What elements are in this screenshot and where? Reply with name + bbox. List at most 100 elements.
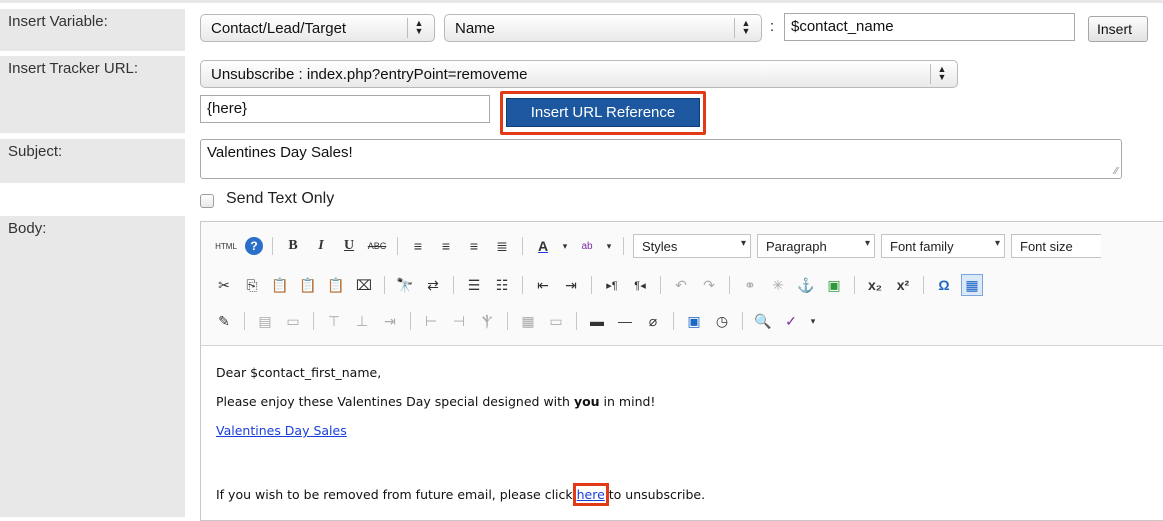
toolbar-separator	[591, 276, 592, 294]
edit-css-icon[interactable]: ✎	[213, 310, 235, 332]
cut-icon[interactable]: ✂	[213, 274, 235, 296]
send-text-only-checkbox[interactable]	[200, 194, 214, 208]
chevron-down-icon[interactable]: ▾	[808, 310, 818, 332]
row-props-icon[interactable]: ▤	[254, 310, 276, 332]
tracker-url-text-field[interactable]: {here}	[200, 95, 490, 123]
toolbar-separator	[244, 312, 245, 330]
paste-text-icon[interactable]: 📋	[297, 274, 319, 296]
editor-toolbar: HTML ? B I U ABC ≡ ≡ ≡ ≣ A ▾ ab ▾ Styles…	[201, 222, 1163, 346]
strikethrough-icon[interactable]: ABC	[366, 235, 388, 257]
toolbar-separator	[673, 312, 674, 330]
redo-icon[interactable]: ↷	[698, 274, 720, 296]
html-source-icon[interactable]: HTML	[213, 235, 239, 257]
toolbar-separator	[923, 276, 924, 294]
horizontal-rule-icon[interactable]: —	[614, 310, 636, 332]
body-line-1-bold: you	[573, 394, 600, 409]
undo-icon[interactable]: ↶	[670, 274, 692, 296]
indent-icon[interactable]: ⇥	[560, 274, 582, 296]
insert-col-after-icon[interactable]: ⊣	[448, 310, 470, 332]
delete-col-icon[interactable]: Ⲯ	[476, 310, 498, 332]
text-color-icon[interactable]: A	[532, 235, 554, 257]
select-arrows-icon: ▲ ▼	[741, 18, 751, 36]
superscript-icon[interactable]: x²	[892, 274, 914, 296]
chevron-down-icon[interactable]: ▾	[604, 235, 614, 257]
split-cells-icon[interactable]: ▦	[517, 310, 539, 332]
paste-icon[interactable]: 📋	[269, 274, 291, 296]
delete-row-icon[interactable]: ⇥	[379, 310, 401, 332]
find-icon[interactable]: 🔭	[394, 274, 416, 296]
bold-icon[interactable]: B	[282, 235, 304, 257]
font-family-select-label: Font family	[890, 238, 954, 254]
insert-row-after-icon[interactable]: ⊥	[351, 310, 373, 332]
body-line-3-end: to unsubscribe.	[604, 487, 706, 502]
styles-select[interactable]: Styles ▾	[633, 234, 751, 258]
chevron-down-icon[interactable]: ▾	[560, 235, 570, 257]
subscript-icon[interactable]: x₂	[864, 274, 886, 296]
cell-props-icon[interactable]: ▭	[282, 310, 304, 332]
paragraph-select[interactable]: Paragraph ▾	[757, 234, 875, 258]
resize-handle-icon[interactable]: ⁄⁄	[1115, 166, 1118, 177]
body-link-line: Valentines Day Sales	[216, 423, 347, 438]
align-right-icon[interactable]: ≡	[463, 235, 485, 257]
italic-icon[interactable]: I	[310, 235, 332, 257]
toolbar-separator	[623, 237, 624, 255]
select-arrows-icon: ▲ ▼	[937, 64, 947, 82]
rtl-icon[interactable]: ¶◂	[629, 274, 651, 296]
toolbar-row-3: ✎ ▤ ▭ ⊤ ⊥ ⇥ ⊢ ⊣ Ⲯ ▦ ▭ ▬ — ⌀ ▣ ◷ 🔍 ✓ ▾	[213, 308, 818, 334]
replace-icon[interactable]: ⇄	[422, 274, 444, 296]
spellcheck-icon[interactable]: ✓	[780, 310, 802, 332]
preview-icon[interactable]: 🔍	[752, 310, 774, 332]
visual-aid-icon[interactable]: ▬	[586, 310, 608, 332]
remove-format-icon[interactable]: ⌀	[642, 310, 664, 332]
table-icon[interactable]: ▦	[961, 274, 983, 296]
toolbar-separator	[384, 276, 385, 294]
insert-date-icon[interactable]: ▣	[683, 310, 705, 332]
insert-time-icon[interactable]: ◷	[711, 310, 733, 332]
valentines-link[interactable]: Valentines Day Sales	[216, 423, 347, 438]
tracker-url-select[interactable]: Unsubscribe : index.php?entryPoint=remov…	[200, 60, 958, 88]
align-center-icon[interactable]: ≡	[435, 235, 457, 257]
unsubscribe-here-link[interactable]: here	[572, 483, 609, 506]
top-border	[0, 0, 1163, 3]
toolbar-separator	[576, 312, 577, 330]
insert-variable-button[interactable]: Insert	[1088, 16, 1148, 42]
toolbar-separator	[729, 276, 730, 294]
toolbar-row-2: ✂ ⎘ 📋 📋 📋 ⌧ 🔭 ⇄ ☰ ☷ ⇤ ⇥ ▸¶ ¶◂ ↶ ↷ ⚭ ✳ ⚓	[213, 272, 983, 298]
special-char-icon[interactable]: Ω	[933, 274, 955, 296]
align-left-icon[interactable]: ≡	[407, 235, 429, 257]
subject-value: Valentines Day Sales!	[207, 144, 353, 161]
body-editor[interactable]: HTML ? B I U ABC ≡ ≡ ≡ ≣ A ▾ ab ▾ Styles…	[200, 221, 1163, 521]
align-justify-icon[interactable]: ≣	[491, 235, 513, 257]
toolbar-separator	[410, 312, 411, 330]
highlight-color-icon[interactable]: ab	[576, 235, 598, 257]
unlink-icon[interactable]: ✳	[767, 274, 789, 296]
copy-icon[interactable]: ⎘	[241, 274, 263, 296]
field-select-value: Name	[455, 19, 496, 37]
variable-value-field[interactable]: $contact_name	[784, 13, 1075, 41]
underline-icon[interactable]: U	[338, 235, 360, 257]
select-divider	[734, 18, 735, 38]
chevron-down-icon: ▾	[994, 238, 1000, 249]
outdent-icon[interactable]: ⇤	[532, 274, 554, 296]
insert-url-reference-button[interactable]: Insert URL Reference	[506, 98, 700, 127]
insert-row-before-icon[interactable]: ⊤	[323, 310, 345, 332]
paste-word-icon[interactable]: 📋	[325, 274, 347, 296]
anchor-icon[interactable]: ⚓	[795, 274, 817, 296]
font-size-select[interactable]: Font size	[1011, 234, 1101, 258]
help-icon[interactable]: ?	[245, 237, 263, 255]
field-select[interactable]: Name ▲ ▼	[444, 14, 762, 42]
insert-col-before-icon[interactable]: ⊢	[420, 310, 442, 332]
subject-field[interactable]: Valentines Day Sales! ⁄⁄	[200, 139, 1122, 179]
module-select[interactable]: Contact/Lead/Target ▲ ▼	[200, 14, 435, 42]
ltr-icon[interactable]: ▸¶	[601, 274, 623, 296]
merge-cells-icon[interactable]: ▭	[545, 310, 567, 332]
body-line-1: Please enjoy these Valentines Day specia…	[216, 394, 655, 409]
clean-up-icon[interactable]: ⌧	[353, 274, 375, 296]
link-icon[interactable]: ⚭	[739, 274, 761, 296]
bullet-list-icon[interactable]: ☰	[463, 274, 485, 296]
subject-label: Subject:	[0, 139, 185, 183]
font-size-select-label: Font size	[1020, 238, 1073, 254]
image-icon[interactable]: ▣	[823, 274, 845, 296]
numbered-list-icon[interactable]: ☷	[491, 274, 513, 296]
font-family-select[interactable]: Font family ▾	[881, 234, 1005, 258]
